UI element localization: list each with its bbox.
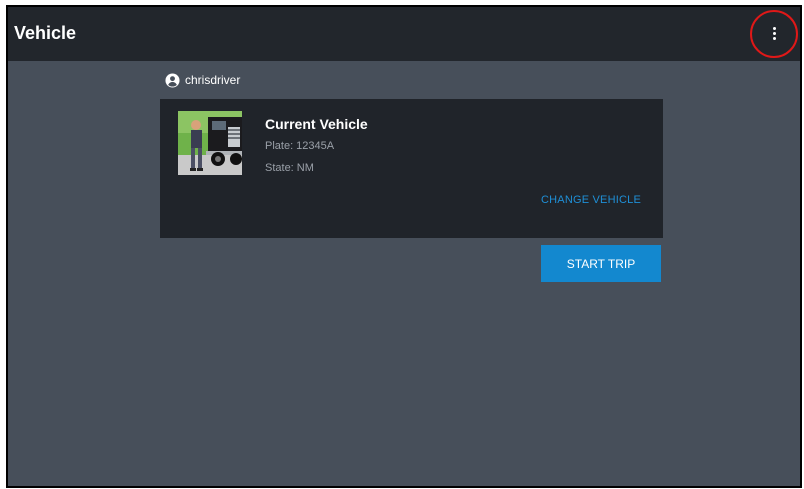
highlight-circle	[750, 10, 798, 58]
app-bar: Vehicle	[8, 7, 800, 61]
account-circle-icon	[165, 72, 180, 88]
app-window: Vehicle chrisdriver Current Vehicle Plat…	[6, 5, 802, 488]
current-vehicle-title: Current Vehicle	[265, 116, 368, 132]
truck-photo	[178, 111, 242, 175]
vehicle-card: Current Vehicle Plate: 12345A State: NM …	[160, 99, 663, 238]
change-vehicle-button[interactable]: CHANGE VEHICLE	[541, 194, 641, 206]
plate-text: Plate: 12345A	[265, 140, 335, 152]
start-trip-button[interactable]: START TRIP	[541, 245, 661, 282]
page-title: Vehicle	[14, 23, 77, 43]
username: chrisdriver	[185, 73, 241, 87]
user-row: chrisdriver	[165, 71, 240, 89]
state-text: State: NM	[265, 162, 314, 174]
